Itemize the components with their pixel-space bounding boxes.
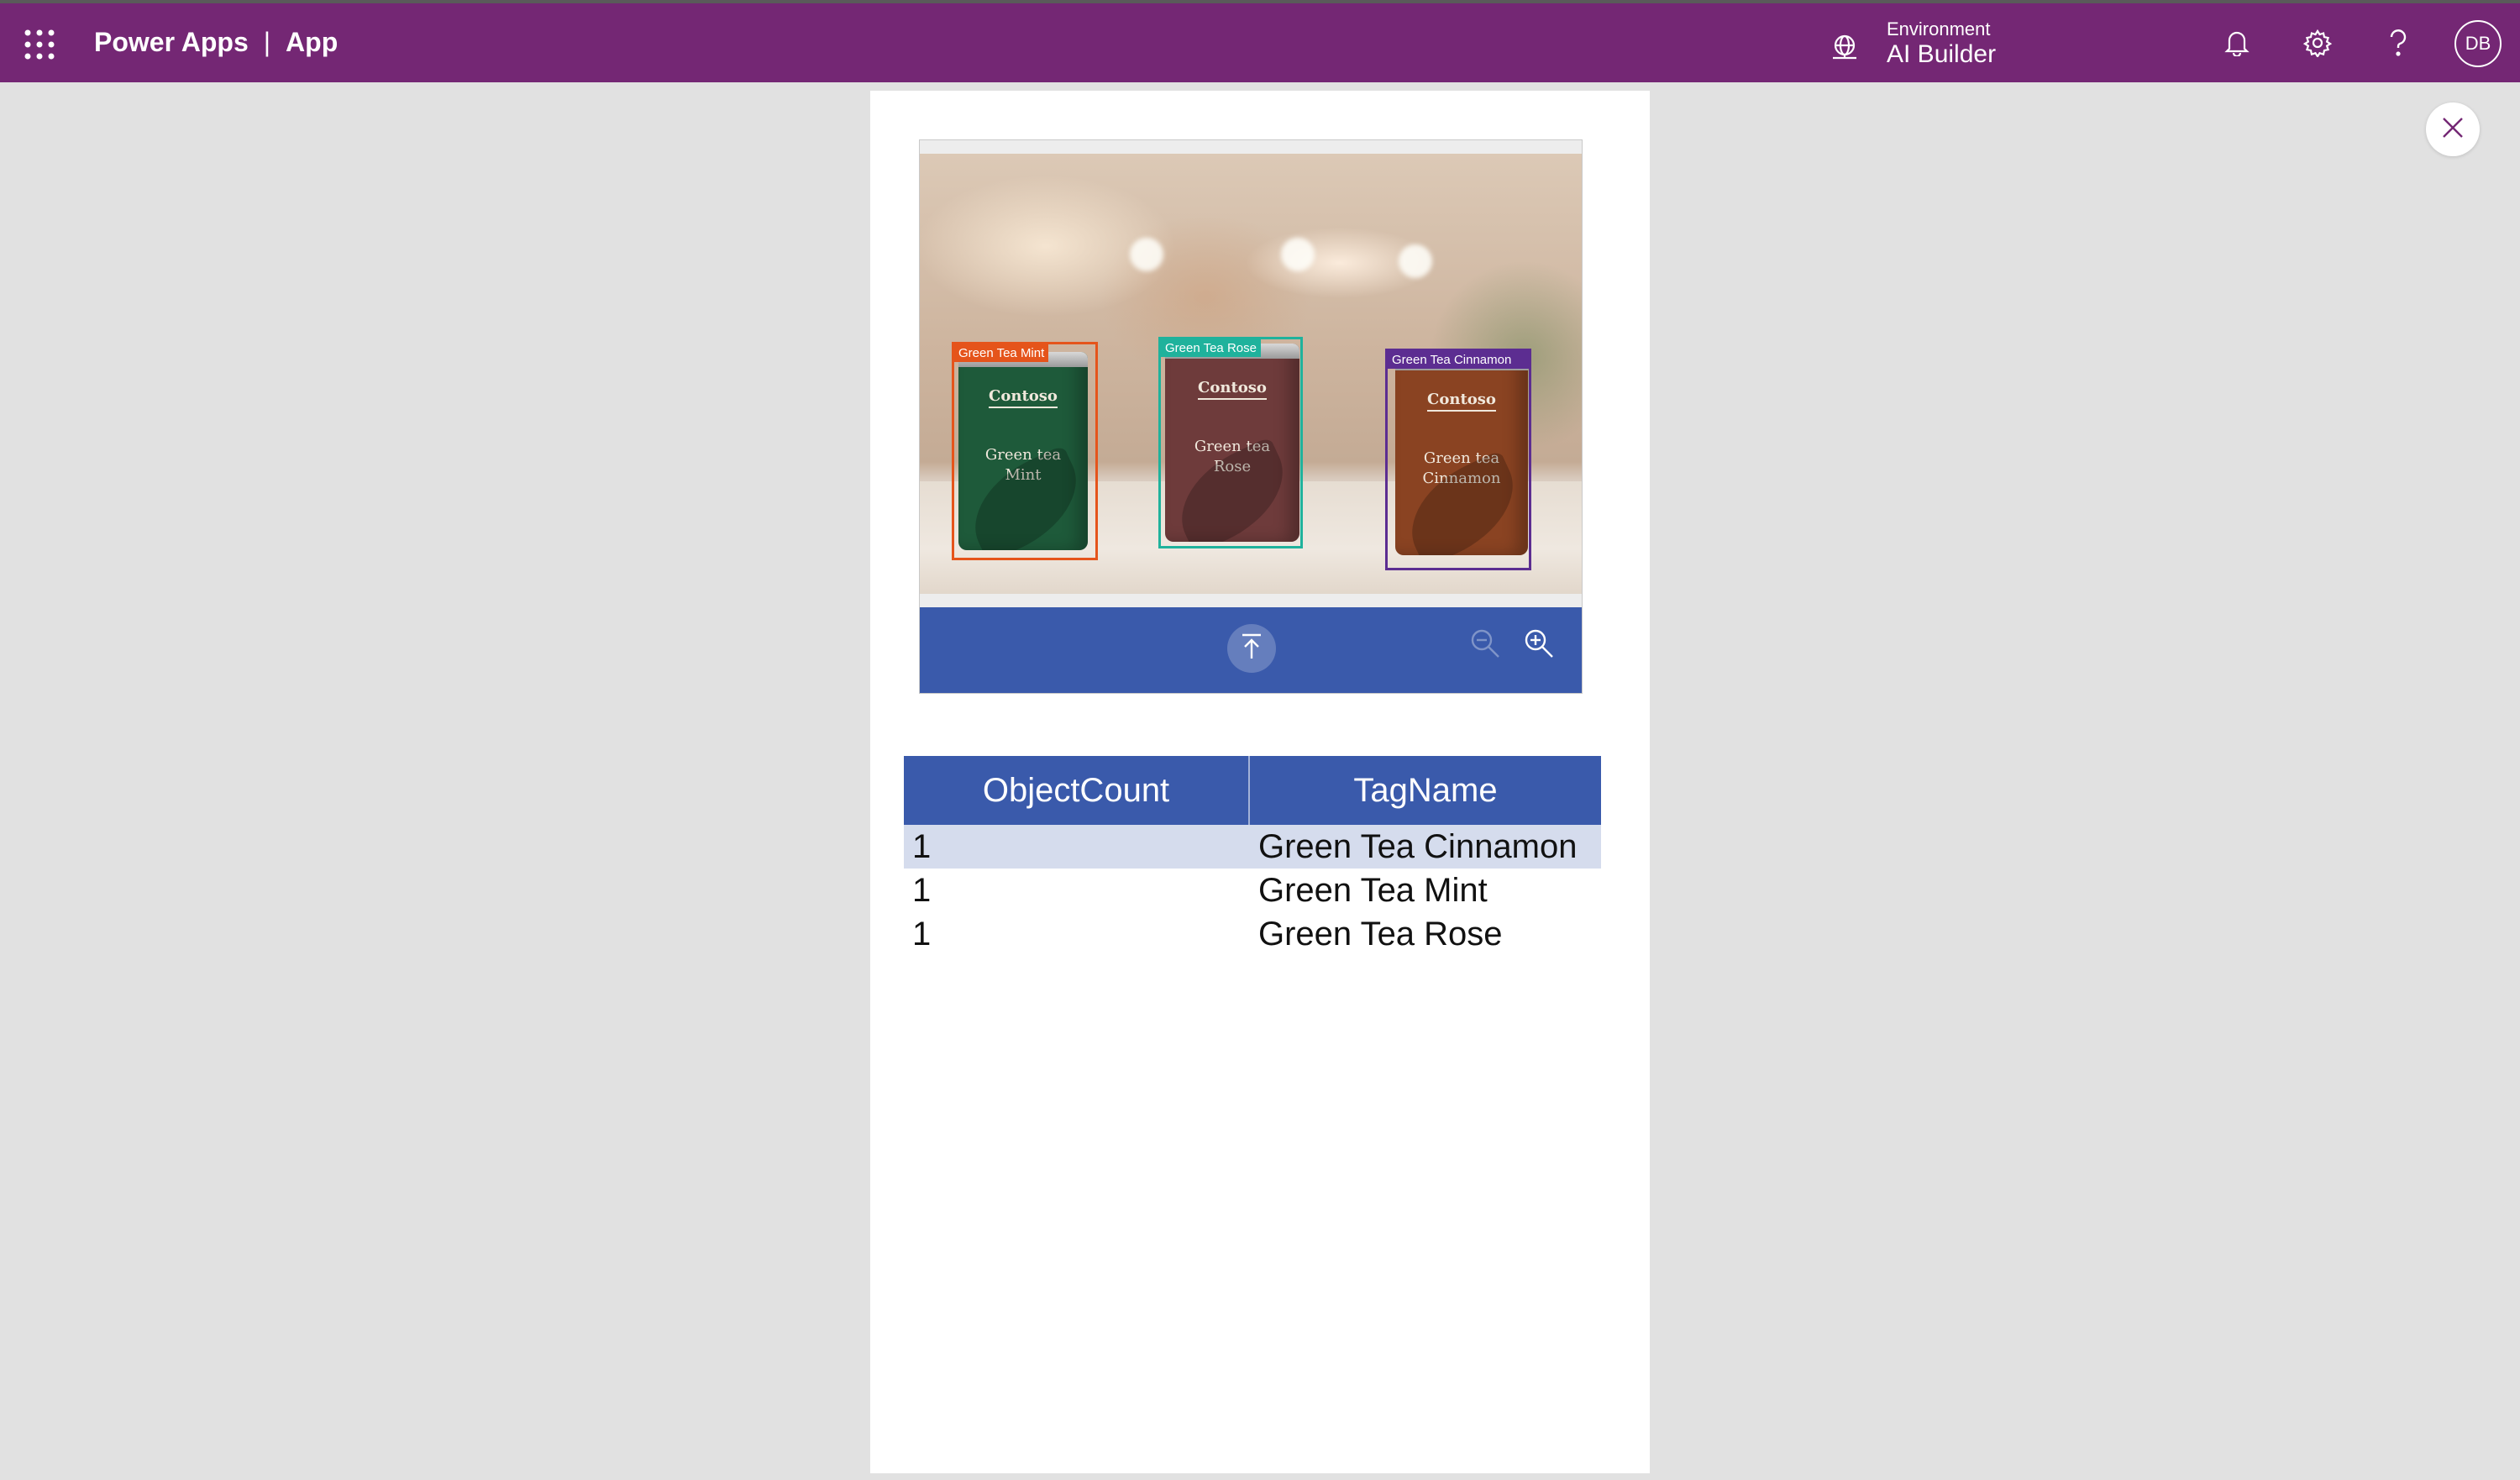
cell-tagname: Green Tea Mint: [1258, 871, 1488, 909]
bell-icon: [2224, 29, 2250, 60]
environment-icon: [1830, 32, 1860, 62]
cell-objectcount: 1: [912, 871, 932, 909]
app-canvas: Contoso Green tea Mint Contoso Green tea…: [870, 91, 1650, 1473]
results-table: ObjectCount TagName 1 Green Tea Cinnamon…: [904, 756, 1601, 956]
cell-objectcount: 1: [912, 915, 932, 953]
close-icon: [2441, 116, 2465, 144]
zoom-in-icon: [1522, 627, 1556, 664]
detected-image: Contoso Green tea Mint Contoso Green tea…: [920, 154, 1582, 594]
table-header: ObjectCount TagName: [904, 756, 1601, 825]
upload-button[interactable]: [1227, 624, 1276, 673]
background-light: [1130, 238, 1163, 271]
cell-objectcount: 1: [912, 827, 932, 865]
background-light: [1399, 244, 1432, 278]
can-brand: Contoso: [1427, 391, 1496, 412]
zoom-out-icon: [1468, 627, 1502, 664]
tea-can-cinnamon: Contoso Green tea Cinnamon: [1395, 355, 1528, 555]
cell-tagname: Green Tea Cinnamon: [1258, 827, 1578, 865]
notifications-button[interactable]: [2216, 24, 2258, 66]
waffle-icon[interactable]: [24, 29, 55, 60]
avatar[interactable]: DB: [2454, 20, 2502, 67]
environment-name: AI Builder: [1887, 40, 1997, 68]
app-header: Power Apps | App Environment AI Builder: [0, 0, 2520, 82]
environment-caption: Environment: [1887, 18, 1991, 39]
settings-button[interactable]: [2297, 24, 2339, 66]
column-header-tagname[interactable]: TagName: [1250, 756, 1601, 825]
object-detector-control[interactable]: Contoso Green tea Mint Contoso Green tea…: [919, 139, 1583, 694]
zoom-out-button[interactable]: [1466, 626, 1504, 664]
image-toolbar: [920, 607, 1582, 693]
gear-icon: [2302, 29, 2333, 61]
can-lid: [958, 352, 1088, 367]
table-row[interactable]: 1 Green Tea Cinnamon: [904, 825, 1601, 869]
can-lid: [1395, 355, 1528, 370]
title-separator: |: [263, 27, 271, 57]
tea-can-rose: Contoso Green tea Rose: [1165, 344, 1299, 542]
zoom-in-button[interactable]: [1520, 626, 1558, 664]
product-name[interactable]: Power Apps: [94, 27, 249, 57]
cell-tagname: Green Tea Rose: [1258, 915, 1503, 953]
column-header-objectcount[interactable]: ObjectCount: [904, 756, 1250, 825]
help-button[interactable]: [2377, 24, 2419, 66]
upload-icon: [1239, 632, 1264, 665]
app-name: App: [286, 27, 339, 57]
help-icon: [2388, 29, 2408, 61]
tea-can-mint: Contoso Green tea Mint: [958, 352, 1088, 550]
can-lid: [1165, 344, 1299, 359]
can-brand: Contoso: [989, 387, 1058, 408]
app-title: Power Apps | App: [94, 27, 338, 58]
can-brand: Contoso: [1198, 379, 1267, 400]
table-row[interactable]: 1 Green Tea Rose: [904, 912, 1601, 956]
close-button[interactable]: [2426, 102, 2480, 156]
table-row[interactable]: 1 Green Tea Mint: [904, 869, 1601, 912]
background-light: [1281, 238, 1315, 271]
